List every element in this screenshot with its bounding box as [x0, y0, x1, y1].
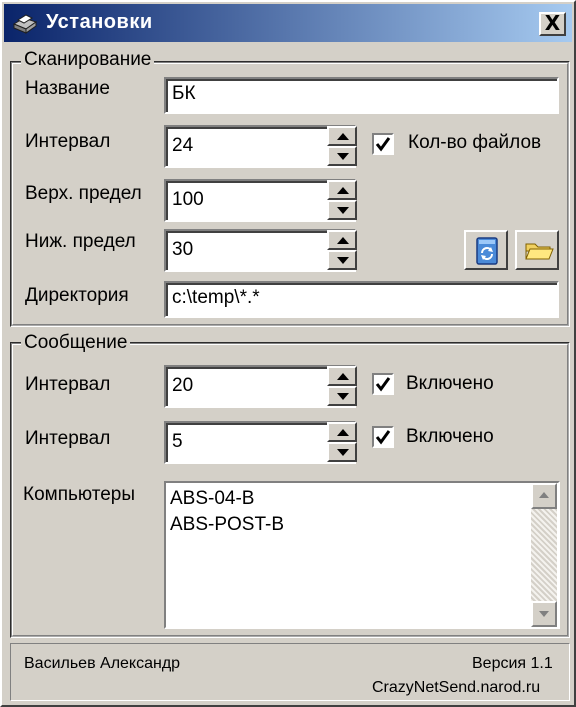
arrow-down-icon [337, 257, 349, 264]
scan-interval-label: Интервал [25, 131, 111, 152]
enabled2-checkbox[interactable] [372, 426, 394, 448]
upper-limit-label: Верх. предел [25, 183, 142, 204]
website-link[interactable]: CrazyNetSend.narod.ru [372, 679, 540, 697]
arrow-up-icon [337, 133, 349, 140]
version-text: Версия 1.1 [472, 655, 553, 672]
arrow-down-icon [539, 611, 549, 617]
computers-list[interactable]: ABS-04-B ABS-POST-B [164, 481, 560, 629]
computers-label: Компьютеры [23, 484, 135, 505]
computers-scrollbar[interactable] [531, 483, 557, 627]
enabled1-checkbox[interactable] [372, 373, 394, 395]
file-count-label: Кол-во файлов [408, 132, 542, 153]
arrow-up-icon [337, 237, 349, 244]
scan-interval-value: 24 [172, 135, 194, 156]
lower-limit-spinner[interactable] [327, 230, 357, 270]
message-interval2-down[interactable] [327, 442, 357, 462]
file-count-checkbox[interactable] [372, 133, 394, 155]
scan-interval-up[interactable] [327, 126, 357, 146]
message-interval1-spinner[interactable] [327, 366, 357, 406]
name-field[interactable]: БК [164, 77, 559, 114]
lower-limit-label: Ниж. предел [25, 231, 136, 252]
message-interval2-up[interactable] [327, 422, 357, 442]
refresh-icon [476, 237, 498, 265]
arrow-down-icon [337, 207, 349, 214]
checkmark-icon [375, 377, 391, 392]
message-interval2-label: Интервал [25, 428, 111, 449]
upper-limit-down[interactable] [327, 200, 357, 220]
message-interval1-value: 20 [172, 375, 194, 396]
name-label: Название [25, 78, 110, 99]
arrow-up-icon [337, 429, 349, 436]
directory-value: c:\temp\*.* [172, 287, 260, 308]
scan-interval-spinner[interactable] [327, 126, 357, 166]
scan-group-title: Сканирование [21, 49, 155, 71]
message-interval1-label: Интервал [25, 374, 111, 395]
lower-limit-down[interactable] [327, 250, 357, 270]
scroll-down-button[interactable] [531, 601, 557, 627]
lower-limit-value: 30 [172, 239, 194, 260]
browse-folder-button[interactable] [515, 230, 559, 270]
scan-interval-down[interactable] [327, 146, 357, 166]
arrow-down-icon [337, 393, 349, 400]
scroll-up-button[interactable] [531, 483, 557, 509]
message-group-title: Сообщение [21, 332, 131, 354]
directory-label: Директория [25, 285, 129, 306]
window-title: Установки [46, 11, 153, 33]
enabled1-label: Включено [406, 373, 494, 394]
message-interval2-value: 5 [172, 431, 183, 452]
checkmark-icon [375, 430, 391, 445]
author-name: Васильев Александр [24, 655, 181, 672]
enabled2-label: Включено [406, 426, 494, 447]
checkmark-icon [375, 137, 391, 152]
upper-limit-spinner[interactable] [327, 180, 357, 220]
message-interval1-up[interactable] [327, 366, 357, 386]
arrow-down-icon [337, 153, 349, 160]
arrow-down-icon [337, 449, 349, 456]
arrow-up-icon [539, 492, 549, 498]
upper-limit-value: 100 [172, 189, 204, 210]
message-interval1-down[interactable] [327, 386, 357, 406]
arrow-up-icon [337, 187, 349, 194]
list-item[interactable]: ABS-04-B [170, 488, 254, 510]
folder-open-icon [525, 243, 554, 260]
upper-limit-up[interactable] [327, 180, 357, 200]
arrow-up-icon [337, 373, 349, 380]
printer-icon [12, 14, 38, 34]
title-bar[interactable]: Установки X [4, 4, 572, 42]
message-interval2-spinner[interactable] [327, 422, 357, 462]
close-button[interactable]: X [539, 12, 566, 36]
lower-limit-up[interactable] [327, 230, 357, 250]
name-value: БК [172, 83, 196, 104]
directory-field[interactable]: c:\temp\*.* [164, 281, 559, 318]
settings-window: Установки X Сканирование Название БК Инт… [0, 0, 576, 707]
refresh-button[interactable] [464, 230, 508, 270]
list-item[interactable]: ABS-POST-B [170, 514, 284, 536]
